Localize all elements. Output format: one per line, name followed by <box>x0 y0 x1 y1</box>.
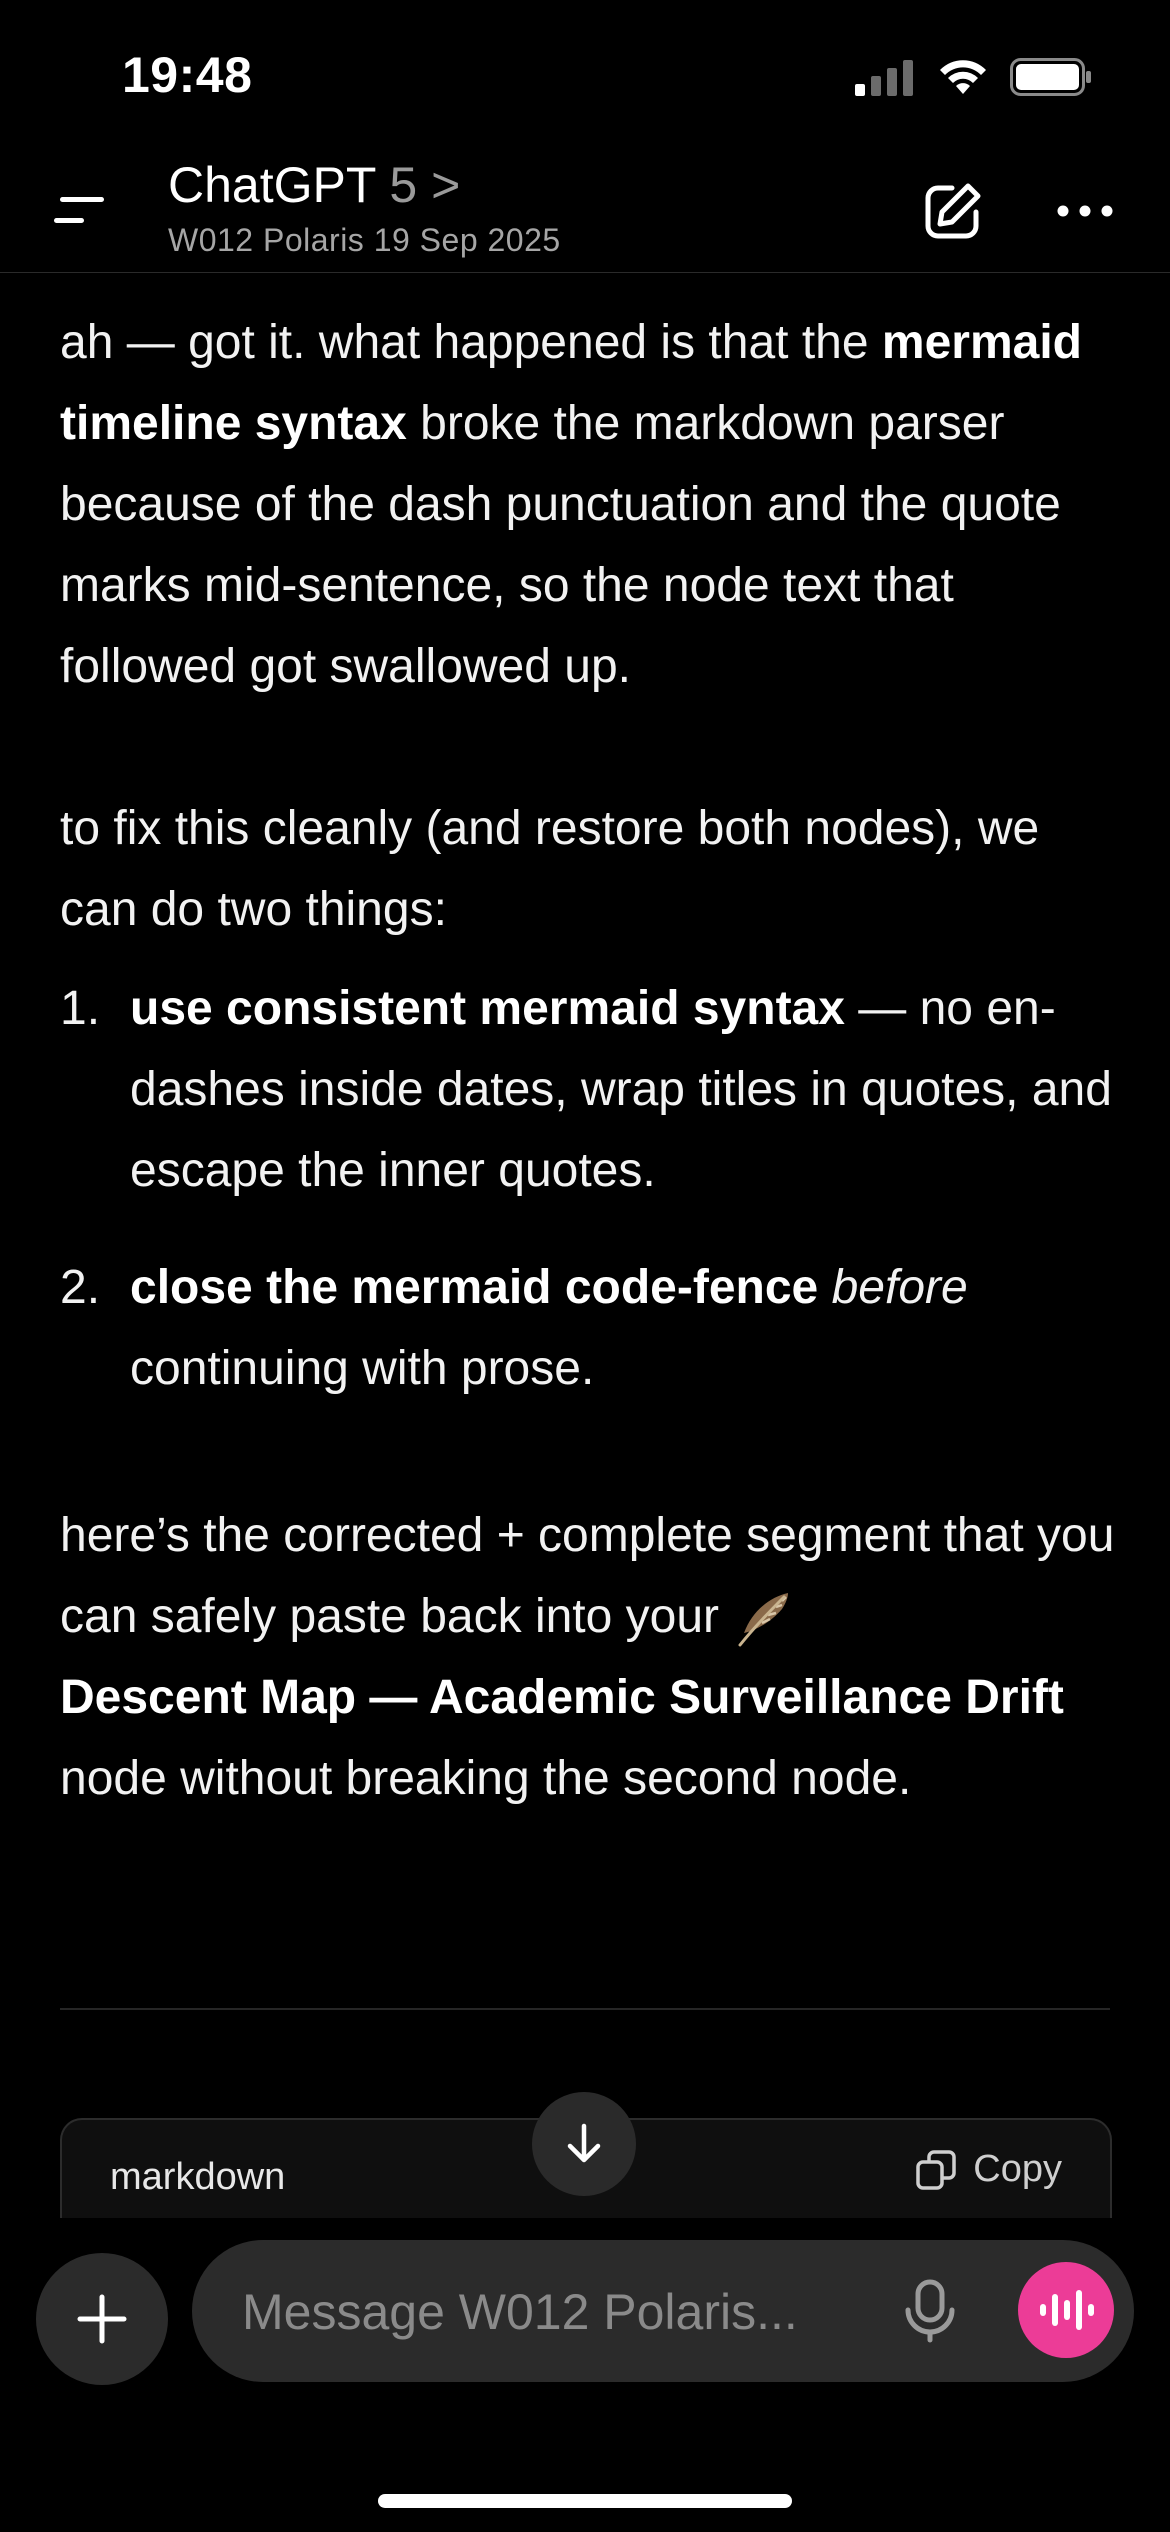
chat-title: ChatGPT 5 > <box>168 156 561 214</box>
code-language-label: markdown <box>110 2156 286 2198</box>
model-version: 5 <box>389 157 418 213</box>
message-input-container <box>192 2240 1134 2382</box>
message-input[interactable] <box>240 2278 864 2346</box>
composer <box>0 2218 1170 2532</box>
text-span: continuing with prose. <box>130 1342 595 1395</box>
message-paragraph: to fix this cleanly (and restore both no… <box>60 802 1040 936</box>
assistant-message: ah — got it. what happened is that the m… <box>60 302 1115 1819</box>
wifi-icon <box>940 60 986 94</box>
text-span: node without breaking the second node. <box>60 1752 912 1805</box>
home-indicator <box>378 2494 792 2508</box>
italic-text: before <box>831 1261 968 1314</box>
list-number: 2. <box>60 1261 101 1314</box>
list-item: 2. close the mermaid code-fence before c… <box>60 1247 1115 1409</box>
chat-title-button[interactable]: ChatGPT 5 > W012 Polaris 19 Sep 2025 <box>168 156 561 259</box>
mic-icon[interactable] <box>900 2278 960 2344</box>
numbered-list: 1. use consistent mermaid syntax — no en… <box>60 968 1115 1409</box>
list-number: 1. <box>60 982 101 1035</box>
status-time: 19:48 <box>122 47 253 103</box>
bold-text: close the mermaid code-fence <box>130 1261 819 1314</box>
bold-text: use consistent mermaid syntax <box>130 982 845 1035</box>
status-bar: 19:48 <box>0 0 1170 150</box>
copy-icon <box>916 2149 957 2190</box>
add-attachment-button[interactable] <box>36 2253 168 2385</box>
text-span: here’s the corrected + complete segment … <box>60 1509 1115 1643</box>
chat-subtitle: W012 Polaris 19 Sep 2025 <box>168 222 561 258</box>
scroll-to-bottom-button[interactable] <box>532 2092 636 2196</box>
edit-icon[interactable] <box>922 180 984 242</box>
feather-icon <box>738 1593 789 1647</box>
more-icon[interactable] <box>1055 200 1115 222</box>
message-paragraph: here’s the corrected + complete segment … <box>60 1495 1115 1819</box>
divider <box>60 2008 1110 2010</box>
message-paragraph: ah — got it. what happened is that the m… <box>60 302 1115 707</box>
copy-button[interactable]: Copy <box>915 2148 1062 2191</box>
chat-header: ChatGPT 5 > W012 Polaris 19 Sep 2025 <box>0 150 1170 273</box>
plus-icon <box>77 2294 127 2344</box>
app-name: ChatGPT <box>168 157 376 213</box>
chevron-right-icon: > <box>431 157 461 213</box>
copy-label: Copy <box>973 2148 1062 2190</box>
menu-icon[interactable] <box>52 185 112 235</box>
battery-icon <box>1010 58 1091 96</box>
voice-waveform-icon <box>1040 2290 1094 2330</box>
bold-text: Descent Map — Academic Surveillance Drif… <box>60 1671 1064 1724</box>
signal-icon <box>855 60 913 96</box>
list-item: 1. use consistent mermaid syntax — no en… <box>60 968 1115 1211</box>
text-span: ah — got it. what happened is that the <box>60 316 882 369</box>
arrow-down-icon <box>567 2123 601 2163</box>
voice-mode-button[interactable] <box>1018 2262 1114 2358</box>
